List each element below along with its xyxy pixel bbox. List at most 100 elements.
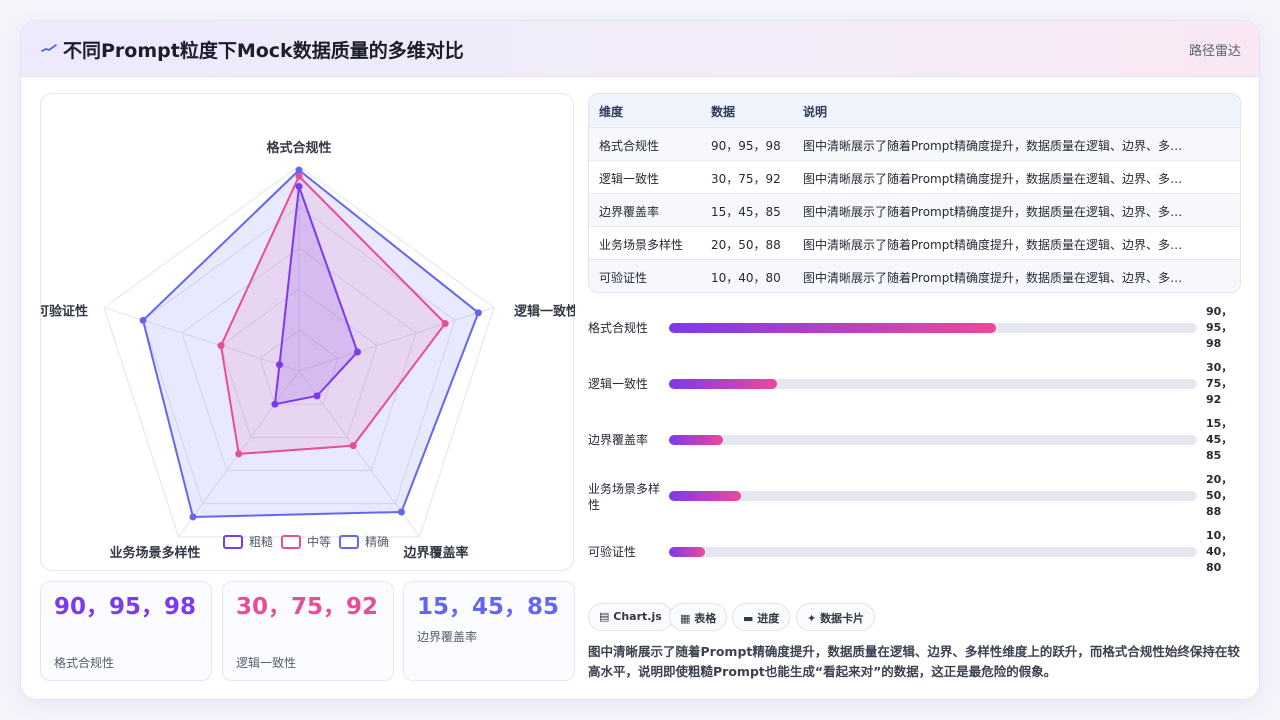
kpi-value: 15，45，85 xyxy=(417,594,560,620)
radar-data-point xyxy=(217,342,225,350)
bar-value: 15，45，85 xyxy=(1206,417,1233,462)
kpi-card-format: 90，95，98 格式合规性 xyxy=(40,581,212,681)
bar-track xyxy=(669,379,1197,389)
header-bar: 不同Prompt粒度下Mock数据质量的多维对比 路径雷达 xyxy=(21,21,1259,77)
legend-label: 精确 xyxy=(365,535,389,549)
kpi-label: 边界覆盖率 xyxy=(417,630,478,644)
chip-data-cards[interactable]: ✦ 数据卡片 xyxy=(796,603,876,631)
radar-data-point xyxy=(276,361,284,369)
chip-label: 进度 xyxy=(757,612,780,625)
kpi-card-logic: 30，75，92 逻辑一致性 xyxy=(222,581,394,681)
table-row: 逻辑一致性 30，75，92 图中清晰展示了随着Prompt精确度提升，数据质量… xyxy=(589,160,1240,193)
bar-track xyxy=(669,491,1197,501)
wave-icon xyxy=(41,44,57,52)
chip-table[interactable]: ▦ 表格 xyxy=(669,603,728,631)
bar-value: 10，40，80 xyxy=(1206,529,1233,574)
kpi-label: 格式合规性 xyxy=(54,656,115,670)
table-row: 格式合规性 90，95，98 图中清晰展示了随着Prompt精确度提升，数据质量… xyxy=(589,127,1240,160)
table-header-cell: 数据 xyxy=(711,105,736,119)
table-cell: 图中清晰展示了随着Prompt精确度提升，数据质量在逻辑、边界、多样... xyxy=(803,139,1193,153)
radar-axis-label: 可验证性 xyxy=(41,304,88,320)
bar-fill xyxy=(669,435,723,445)
bar-label: 格式合规性 xyxy=(588,321,649,335)
radar-data-point xyxy=(295,172,303,180)
data-table: 维度 数据 说明 格式合规性 90，95，98 图中清晰展示了随着Prompt精… xyxy=(588,93,1241,293)
table-cell: 业务场景多样性 xyxy=(599,238,684,252)
table-header-cell: 说明 xyxy=(803,105,828,119)
table-icon: ▦ xyxy=(680,612,691,625)
progress-icon: ▬ xyxy=(743,612,754,625)
table-cell: 30，75，92 xyxy=(711,172,781,186)
radar-data-point xyxy=(441,319,449,327)
table-row: 业务场景多样性 20，50，88 图中清晰展示了随着Prompt精确度提升，数据… xyxy=(589,226,1240,259)
table-cell: 15，45，85 xyxy=(711,205,781,219)
bar-label: 边界覆盖率 xyxy=(588,433,649,447)
bar-fill xyxy=(669,491,742,501)
radar-data-point xyxy=(295,183,303,190)
table-cell: 10，40，80 xyxy=(711,271,781,285)
legend-label: 中等 xyxy=(307,534,331,549)
table-cell: 图中清晰展示了随着Prompt精确度提升，数据质量在逻辑、边界、多样... xyxy=(803,205,1193,219)
header-route-label: 路径雷达 xyxy=(1188,44,1241,59)
radar-data-point xyxy=(139,316,147,324)
radar-axis-label: 格式合规性 xyxy=(266,140,331,156)
bar-fill xyxy=(669,323,997,333)
radar-chart-panel: 格式合规性逻辑一致性边界覆盖率 业务场景多样性 可验证性粗糙 中等 精确 xyxy=(40,93,575,571)
table-header-row: 维度 数据 说明 xyxy=(589,94,1240,127)
radar-data-point xyxy=(397,508,405,516)
legend-swatch xyxy=(281,535,301,549)
radar-data-point xyxy=(235,450,243,458)
radar-data-point xyxy=(189,513,197,521)
summary-text: 图中清晰展示了随着Prompt精确度提升，数据质量在逻辑、边界、多样性维度上的跃… xyxy=(588,644,1240,679)
radar-chart: 格式合规性逻辑一致性边界覆盖率 业务场景多样性 可验证性粗糙 中等 精确 xyxy=(41,140,575,561)
bar-track xyxy=(669,547,1197,557)
radar-axis-label: 业务场景多样性 xyxy=(109,545,200,561)
table-cell: 图中清晰展示了随着Prompt精确度提升，数据质量在逻辑、边界、多样... xyxy=(803,172,1193,186)
table-row: 可验证性 10，40，80 图中清晰展示了随着Prompt精确度提升，数据质量在… xyxy=(589,259,1240,292)
page-title: 不同Prompt粒度下Mock数据质量的多维对比 xyxy=(63,40,464,62)
bar-value: 20，50，88 xyxy=(1206,473,1233,518)
main-card: 不同Prompt粒度下Mock数据质量的多维对比 路径雷达 格式合规性 逻辑一致性… xyxy=(20,20,1260,700)
radar-data-point xyxy=(353,348,361,356)
radar-data-point xyxy=(295,166,303,174)
table-cell: 图中清晰展示了随着Prompt精确度提升，数据质量在逻辑、边界、多样... xyxy=(803,238,1193,252)
bar-label: 可验证性 xyxy=(588,545,637,559)
legend-swatch xyxy=(223,535,243,549)
radar-data-point xyxy=(313,392,321,400)
table-cell: 90，95，98 xyxy=(711,139,781,153)
radar-axis-label: 边界覆盖率 xyxy=(402,545,468,561)
table-cell: 图中清晰展示了随着Prompt精确度提升，数据质量在逻辑、边界、多样... xyxy=(803,271,1193,285)
kpi-value: 30，75，92 xyxy=(236,594,379,620)
bar-fill xyxy=(669,547,705,557)
chip-label: 表格 xyxy=(694,612,717,625)
table-cell: 20，50，88 xyxy=(711,238,781,252)
table-cell: 逻辑一致性 xyxy=(599,172,660,186)
legend-swatch xyxy=(339,535,359,549)
bar-track xyxy=(669,435,1197,445)
legend-label: 粗糙 xyxy=(249,535,273,549)
table-cell: 格式合规性 xyxy=(599,139,660,153)
table-cell: 边界覆盖率 xyxy=(599,205,660,219)
table-row: 边界覆盖率 15，45，85 图中清晰展示了随着Prompt精确度提升，数据质量… xyxy=(589,193,1240,226)
radar-axis-label: 逻辑一致性 xyxy=(514,304,575,320)
sparkle-icon: ✦ xyxy=(807,612,817,625)
radar-data-point xyxy=(271,400,279,408)
bar-label: 逻辑一致性 xyxy=(588,377,649,391)
radar-data-point xyxy=(349,442,357,450)
table-header-cell: 维度 xyxy=(599,105,624,119)
table-cell: 可验证性 xyxy=(599,271,648,285)
bar-value: 30，75，92 xyxy=(1206,361,1233,406)
bar-label: 业务场景多样性 xyxy=(588,482,661,512)
chart-icon: ▤ xyxy=(599,610,610,623)
bar-track xyxy=(669,323,1197,333)
chip-label: Chart.js xyxy=(613,610,662,623)
bar-value: 90，95，98 xyxy=(1206,305,1233,350)
chip-label: 数据卡片 xyxy=(820,612,865,625)
radar-data-point xyxy=(474,309,482,317)
kpi-value: 90，95，98 xyxy=(54,594,197,620)
bar-fill xyxy=(669,379,778,389)
kpi-label: 逻辑一致性 xyxy=(236,656,297,670)
chip-chartjs[interactable]: ▤ Chart.js xyxy=(588,603,673,631)
kpi-card-boundary: 15，45，85 边界覆盖率 xyxy=(403,581,575,681)
chip-progress[interactable]: ▬ 进度 xyxy=(732,603,791,631)
